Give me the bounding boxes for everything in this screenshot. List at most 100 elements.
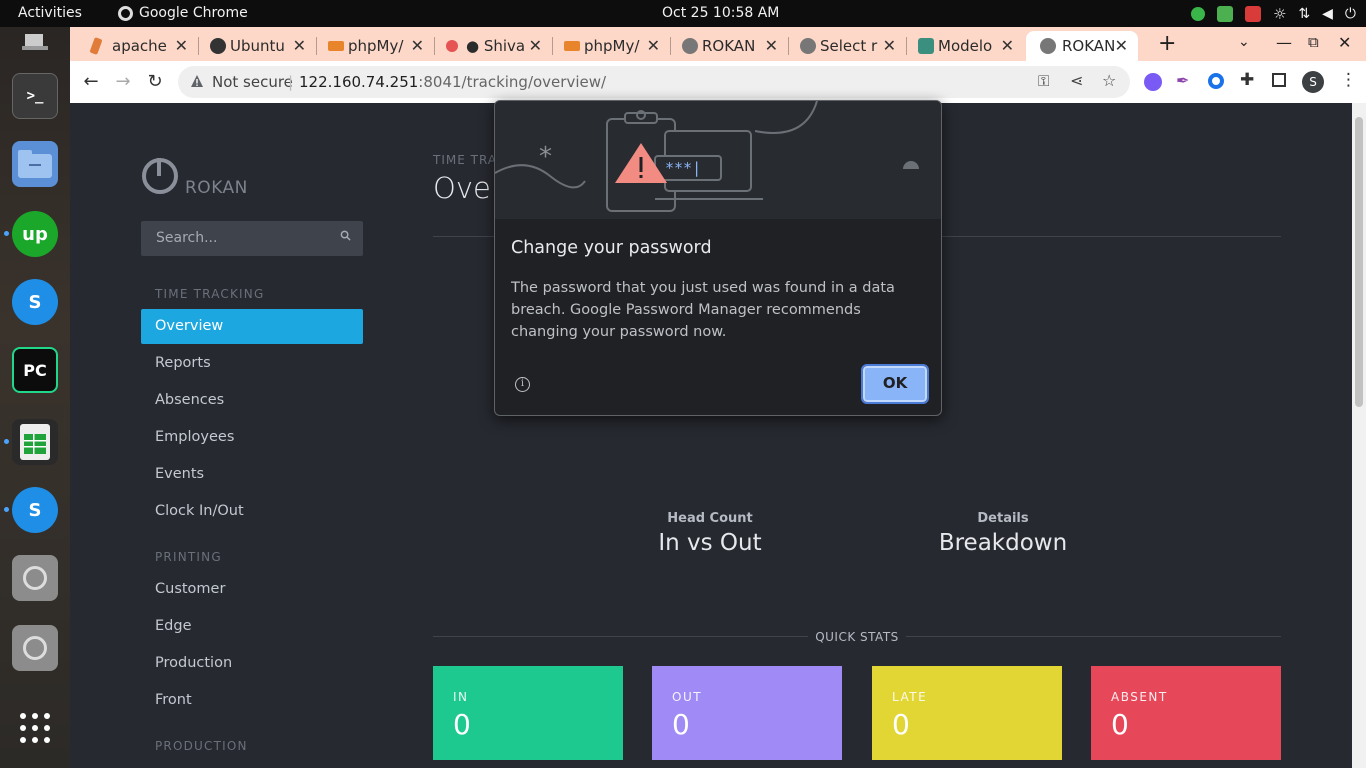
- show-apps-icon[interactable]: [12, 705, 58, 751]
- search-icon[interactable]: [340, 230, 351, 241]
- new-tab-button[interactable]: +: [1158, 31, 1176, 56]
- system-top-bar: Activities Google Chrome Oct 25 10:58 AM…: [0, 0, 1366, 27]
- tab-title: ● Shiva: [466, 37, 526, 55]
- apache-icon: [89, 37, 103, 55]
- network-icon[interactable]: ⇅: [1298, 6, 1310, 22]
- nav-employees[interactable]: Employees: [141, 420, 363, 455]
- system-tray[interactable]: ☼ ⇅ ◀ ⏻: [1190, 5, 1356, 23]
- omnibox-separator: |: [288, 73, 294, 91]
- phpmyadmin-icon: [564, 41, 580, 51]
- libreoffice-calc-icon[interactable]: [12, 419, 58, 465]
- key-icon[interactable]: ⚿: [1038, 72, 1049, 90]
- chrome-icon: [118, 5, 133, 21]
- profile-avatar[interactable]: S: [1302, 71, 1324, 93]
- search-input[interactable]: Search...: [156, 230, 217, 246]
- chatgpt-icon: [918, 38, 934, 54]
- nav-reports[interactable]: Reports: [141, 346, 363, 381]
- running-indicator: [4, 231, 9, 236]
- app-menu[interactable]: Google Chrome: [118, 5, 248, 21]
- disk-icon[interactable]: [12, 555, 58, 601]
- nav-overview[interactable]: Overview: [141, 309, 363, 344]
- nav-edge[interactable]: Edge: [141, 609, 363, 644]
- close-icon[interactable]: ✕: [883, 36, 896, 55]
- disk-icon-2[interactable]: [12, 625, 58, 671]
- card-value: 0: [1111, 708, 1129, 741]
- minimize-icon[interactable]: —: [1276, 33, 1292, 52]
- share-icon[interactable]: ⋖: [1070, 71, 1083, 90]
- reload-icon[interactable]: ↻: [144, 71, 166, 93]
- tab-search-icon[interactable]: ⌄: [1238, 34, 1250, 50]
- scrollbar-thumb[interactable]: [1355, 117, 1363, 407]
- power-icon[interactable]: ⏻: [1345, 6, 1356, 22]
- nav-absences[interactable]: Absences: [141, 383, 363, 418]
- url-text[interactable]: 122.160.74.251:8041/tracking/overview/: [299, 73, 606, 91]
- anydesk-tray-icon[interactable]: [1244, 6, 1261, 22]
- divider: [906, 636, 1281, 637]
- close-window-icon[interactable]: ✕: [1338, 33, 1351, 52]
- tab-title: Modelo: [938, 37, 993, 55]
- tab-divider: [552, 37, 553, 55]
- menu-icon[interactable]: ⋮: [1340, 70, 1357, 90]
- nav-label: Absences: [155, 392, 225, 408]
- tab-rokan-active[interactable]: ROKAN ✕: [1026, 31, 1138, 61]
- security-label[interactable]: Not secure: [212, 73, 293, 91]
- tab-rokan-1[interactable]: ROKAN ✕: [682, 31, 778, 61]
- feather-extension-icon[interactable]: ✒: [1176, 71, 1189, 90]
- extension-icon-2[interactable]: [1208, 73, 1224, 89]
- tab-ubuntu[interactable]: Ubuntu ✕: [210, 31, 306, 61]
- puzzle-icon[interactable]: ✚: [1240, 70, 1254, 90]
- nav-events[interactable]: Events: [141, 457, 363, 492]
- tab-modelo[interactable]: Modelo ✕: [918, 31, 1014, 61]
- extension-icon[interactable]: [1144, 73, 1162, 91]
- close-icon[interactable]: ✕: [293, 36, 306, 55]
- back-icon[interactable]: ←: [80, 71, 102, 93]
- tab-phpmyadmin-1[interactable]: phpMy/ ✕: [328, 31, 424, 61]
- address-bar[interactable]: Not secure | 122.160.74.251:8041/trackin…: [178, 66, 1130, 98]
- ok-button[interactable]: OK: [861, 364, 929, 404]
- upwork-tray-icon[interactable]: [1190, 7, 1205, 21]
- sidebar-search[interactable]: Search...: [141, 221, 363, 256]
- bookmark-star-icon[interactable]: ☆: [1102, 71, 1116, 90]
- tab-shiva[interactable]: ● Shiva ✕: [446, 31, 542, 61]
- close-icon[interactable]: ✕: [1001, 36, 1014, 55]
- tab-apache[interactable]: apache ✕: [89, 31, 188, 61]
- details-caption: Details: [977, 511, 1029, 526]
- close-icon[interactable]: ✕: [529, 36, 542, 55]
- section-production: PRODUCTION: [155, 739, 248, 753]
- info-icon[interactable]: i: [515, 377, 530, 392]
- globe-icon: [682, 38, 698, 54]
- close-icon[interactable]: ✕: [647, 36, 660, 55]
- activities-button[interactable]: Activities: [18, 5, 82, 21]
- upwork-icon[interactable]: up: [12, 211, 58, 257]
- files-icon[interactable]: [12, 141, 58, 187]
- close-icon[interactable]: ✕: [765, 36, 778, 55]
- tab-select[interactable]: Select r ✕: [800, 31, 896, 61]
- nav-production[interactable]: Production: [141, 646, 363, 681]
- volume-icon[interactable]: ◀: [1322, 6, 1333, 22]
- terminal-icon[interactable]: >_: [12, 73, 58, 119]
- skype-icon-2[interactable]: S: [12, 487, 58, 533]
- close-icon[interactable]: ✕: [1115, 36, 1128, 55]
- app-name: Google Chrome: [139, 5, 248, 21]
- forward-icon[interactable]: →: [112, 71, 134, 93]
- nav-customer[interactable]: Customer: [141, 572, 363, 607]
- nav-clock-in-out[interactable]: Clock In/Out: [141, 494, 363, 529]
- nav-front[interactable]: Front: [141, 683, 363, 718]
- tab-phpmyadmin-2[interactable]: phpMy/ ✕: [564, 31, 660, 61]
- trash-icon[interactable]: [12, 27, 58, 55]
- pycharm-icon[interactable]: PC: [12, 347, 58, 393]
- nav-label: Clock In/Out: [155, 503, 244, 519]
- brightness-icon[interactable]: ☼: [1273, 5, 1286, 23]
- page-scrollbar[interactable]: [1352, 103, 1366, 768]
- dialog-illustration: * ***|: [495, 101, 941, 219]
- clock[interactable]: Oct 25 10:58 AM: [662, 5, 779, 21]
- nav-label: Reports: [155, 355, 211, 371]
- dialog-title: Change your password: [511, 238, 712, 258]
- update-tray-icon[interactable]: [1216, 6, 1233, 22]
- side-panel-icon[interactable]: [1272, 73, 1286, 87]
- nav-label: Customer: [155, 581, 226, 597]
- skype-icon[interactable]: S: [12, 279, 58, 325]
- close-icon[interactable]: ✕: [175, 36, 188, 55]
- close-icon[interactable]: ✕: [411, 36, 424, 55]
- maximize-icon[interactable]: ⧉: [1308, 33, 1319, 51]
